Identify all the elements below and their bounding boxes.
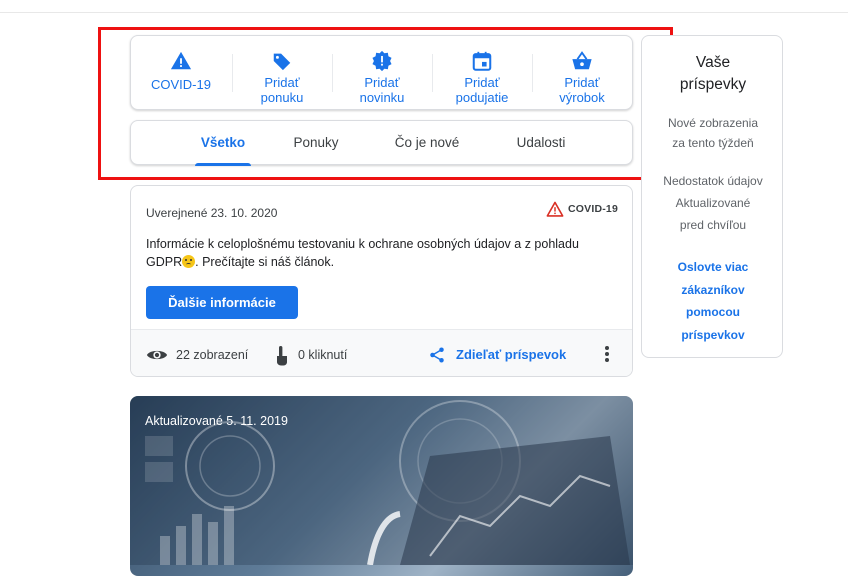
sad-face-icon <box>182 255 196 268</box>
post-text: Informácie k celoplošnému testovaniu k o… <box>146 237 579 269</box>
your-posts-panel: Vaše príspevky Nové zobrazenia za tento t… <box>641 35 783 358</box>
share-icon <box>430 347 444 362</box>
top-bar <box>0 0 848 13</box>
post-date: Uverejnené 23. 10. 2020 <box>146 206 278 220</box>
this-week-label: za tento týždeň <box>672 136 754 150</box>
touch-icon <box>277 345 287 365</box>
warning-outline-icon <box>546 201 564 217</box>
reach-more-customers-link[interactable]: Oslovte viac zákazníkov pomocou príspevkov <box>642 256 784 346</box>
clicks-stat: 0 kliknutí <box>274 330 348 376</box>
image-post-date: Aktualizované 5. 11. 2019 <box>145 414 288 428</box>
share-label: Zdieľať príspevok <box>456 347 567 362</box>
more-vert-icon[interactable] <box>597 344 617 364</box>
clicks-count: 0 kliknutí <box>298 347 348 362</box>
views-count: 22 zobrazení <box>176 347 249 362</box>
share-post-button[interactable]: Zdieľať príspevok <box>428 330 567 376</box>
eye-icon <box>146 350 168 359</box>
image-post-card: Aktualizované 5. 11. 2019 <box>130 396 633 576</box>
highlight-box <box>98 27 673 180</box>
views-stat: 22 zobrazení <box>146 330 249 376</box>
updated-time: pred chvíľou <box>679 218 747 232</box>
updated-label: Aktualizované <box>675 196 751 210</box>
no-data-label: Nedostatok údajov <box>663 174 763 188</box>
covid-badge: COVID-19 <box>546 201 618 217</box>
new-views-label: Nové zobrazenia <box>667 116 759 130</box>
more-info-button[interactable]: Ďalšie informácie <box>146 286 298 319</box>
panel-title: Vaše príspevky <box>679 54 747 93</box>
post-card: Uverejnené 23. 10. 2020 COVID-19 Informá… <box>130 185 633 377</box>
post-footer: 22 zobrazení 0 kliknutí Zdieľať príspevo… <box>131 329 632 376</box>
covid-badge-label: COVID-19 <box>567 203 618 215</box>
